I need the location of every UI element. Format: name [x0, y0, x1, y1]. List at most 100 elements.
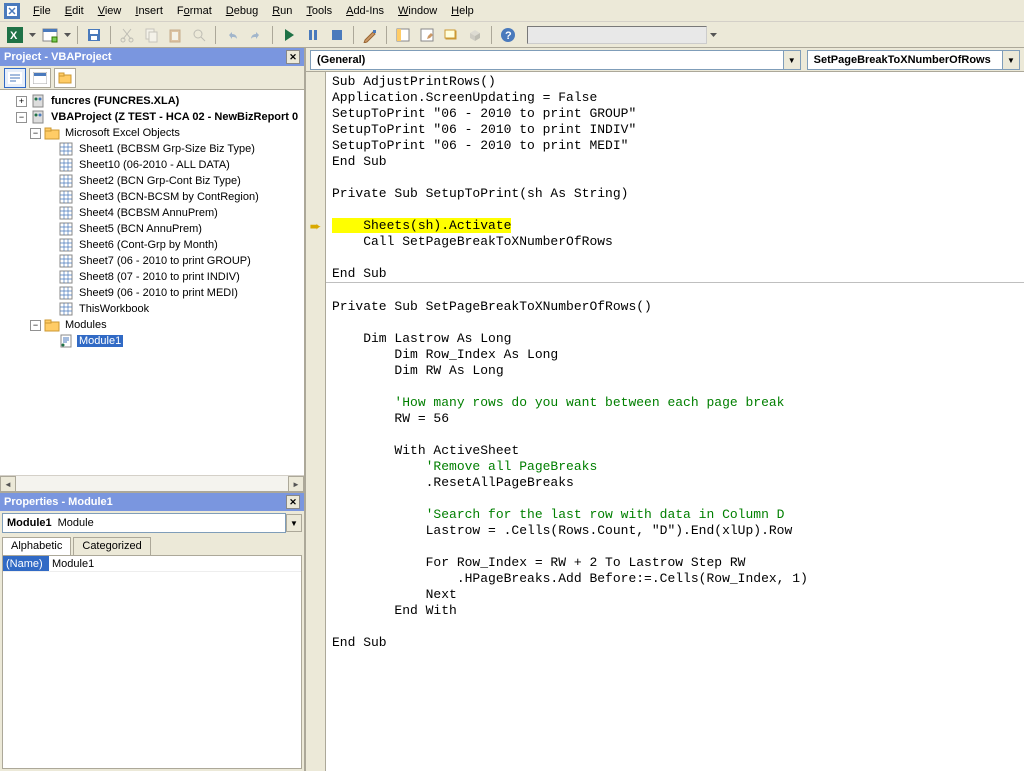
properties-panel-title: Properties - Module1	[4, 496, 113, 508]
help-icon[interactable]: ?	[497, 24, 519, 46]
menu-tools[interactable]: Tools	[299, 3, 339, 19]
reset-icon[interactable]	[326, 24, 348, 46]
property-row[interactable]: (Name) Module1	[3, 556, 301, 572]
menu-file[interactable]: File	[26, 3, 58, 19]
properties-window-icon[interactable]	[416, 24, 438, 46]
tab-alphabetic[interactable]: Alphabetic	[2, 537, 71, 555]
tree-scrollbar-h[interactable]: ◄ ►	[0, 475, 304, 491]
toolbox-icon[interactable]	[464, 24, 486, 46]
tree-node-sheet[interactable]: Sheet9 (06 - 2010 to print MEDI)	[2, 285, 302, 301]
folder-icon	[44, 317, 60, 333]
menu-window[interactable]: Window	[391, 3, 444, 19]
save-icon[interactable]	[83, 24, 105, 46]
menu-debug[interactable]: Debug	[219, 3, 265, 19]
tree-node-sheet[interactable]: Sheet6 (Cont-Grp by Month)	[2, 237, 302, 253]
svg-text:?: ?	[505, 30, 512, 42]
cut-icon[interactable]	[116, 24, 138, 46]
tree-label: Sheet8 (07 - 2010 to print INDIV)	[77, 271, 242, 283]
tree-label: Sheet9 (06 - 2010 to print MEDI)	[77, 287, 240, 299]
dropdown-icon[interactable]: ▼	[1003, 50, 1020, 70]
code-text[interactable]: Sub AdjustPrintRows() Application.Screen…	[326, 72, 1024, 771]
menu-format[interactable]: Format	[170, 3, 219, 19]
tree-label: Module1	[77, 335, 123, 347]
code-gutter: ➨	[306, 72, 326, 771]
toolbar: X ?	[0, 22, 1024, 48]
menu-addins[interactable]: Add-Ins	[339, 3, 391, 19]
worksheet-icon	[58, 189, 74, 205]
paste-icon[interactable]	[164, 24, 186, 46]
tree-label: Sheet4 (BCBSM AnnuPrem)	[77, 207, 220, 219]
excel-icon[interactable]: X	[4, 24, 26, 46]
tree-node-module1[interactable]: Module1	[2, 333, 302, 349]
tree-node-sheet[interactable]: Sheet8 (07 - 2010 to print INDIV)	[2, 269, 302, 285]
worksheet-icon	[58, 253, 74, 269]
worksheet-icon	[58, 157, 74, 173]
worksheet-icon	[58, 269, 74, 285]
run-icon[interactable]	[278, 24, 300, 46]
object-browser-icon[interactable]	[440, 24, 462, 46]
toolbar-spacer-dropdown[interactable]	[709, 33, 718, 37]
toggle-folders-icon[interactable]	[54, 68, 76, 88]
expander-icon[interactable]: +	[16, 96, 27, 107]
menu-edit[interactable]: Edit	[58, 3, 91, 19]
tree-label: Sheet1 (BCBSM Grp-Size Biz Type)	[77, 143, 257, 155]
menu-run[interactable]: Run	[265, 3, 299, 19]
tree-node-funcres[interactable]: + funcres (FUNCRES.XLA)	[2, 93, 302, 109]
worksheet-icon	[58, 221, 74, 237]
tree-node-excel-objects[interactable]: − Microsoft Excel Objects	[2, 125, 302, 141]
copy-icon[interactable]	[140, 24, 162, 46]
project-panel-title: Project - VBAProject	[4, 51, 112, 63]
redo-icon[interactable]	[245, 24, 267, 46]
project-panel-close-icon[interactable]: ✕	[286, 50, 300, 64]
tree-node-sheet[interactable]: Sheet4 (BCBSM AnnuPrem)	[2, 205, 302, 221]
tree-node-sheet[interactable]: ThisWorkbook	[2, 301, 302, 317]
expander-icon[interactable]: −	[30, 128, 41, 139]
tree-node-vbaproject[interactable]: − VBAProject (Z TEST - HCA 02 - NewBizRe…	[2, 109, 302, 125]
menu-insert[interactable]: Insert	[128, 3, 170, 19]
property-value[interactable]: Module1	[49, 556, 301, 571]
properties-grid[interactable]: (Name) Module1	[2, 555, 302, 769]
code-editor[interactable]: ➨ Sub AdjustPrintRows() Application.Scre…	[306, 72, 1024, 771]
menu-view[interactable]: View	[91, 3, 129, 19]
insert-dropdown[interactable]	[63, 33, 72, 37]
app-icon	[4, 3, 20, 19]
project-toolbar	[0, 66, 304, 90]
scroll-right-icon[interactable]: ►	[288, 476, 304, 492]
project-explorer-icon[interactable]	[392, 24, 414, 46]
expander-icon[interactable]: −	[16, 112, 27, 123]
properties-panel-close-icon[interactable]: ✕	[286, 495, 300, 509]
find-icon[interactable]	[188, 24, 210, 46]
dropdown-icon[interactable]: ▼	[286, 514, 302, 532]
tree-node-sheet[interactable]: Sheet2 (BCN Grp-Cont Biz Type)	[2, 173, 302, 189]
menubar: File Edit View Insert Format Debug Run T…	[0, 0, 1024, 22]
tree-node-sheet[interactable]: Sheet1 (BCBSM Grp-Size Biz Type)	[2, 141, 302, 157]
tree-label: Modules	[63, 319, 109, 331]
excel-dropdown[interactable]	[28, 33, 37, 37]
view-code-icon[interactable]	[4, 68, 26, 88]
undo-icon[interactable]	[221, 24, 243, 46]
scroll-left-icon[interactable]: ◄	[0, 476, 16, 492]
tree-node-sheet[interactable]: Sheet3 (BCN-BCSM by ContRegion)	[2, 189, 302, 205]
dropdown-icon[interactable]: ▼	[784, 50, 801, 70]
tree-label: Sheet3 (BCN-BCSM by ContRegion)	[77, 191, 261, 203]
properties-object-combo[interactable]: Module1Module ▼	[2, 513, 302, 533]
tree-label: VBAProject (Z TEST - HCA 02 - NewBizRepo…	[49, 111, 300, 123]
combo-bold: Module1	[7, 517, 52, 529]
project-tree[interactable]: + funcres (FUNCRES.XLA) − VBAProject (Z …	[0, 90, 304, 475]
insert-userform-icon[interactable]	[39, 24, 61, 46]
design-mode-icon[interactable]	[359, 24, 381, 46]
view-object-icon[interactable]	[29, 68, 51, 88]
expander-icon[interactable]: −	[30, 320, 41, 331]
tree-node-sheet[interactable]: Sheet5 (BCN AnnuPrem)	[2, 221, 302, 237]
menu-help[interactable]: Help	[444, 3, 481, 19]
break-icon[interactable]	[302, 24, 324, 46]
tree-node-modules[interactable]: − Modules	[2, 317, 302, 333]
procedure-combo[interactable]: SetPageBreakToXNumberOfRows ▼	[807, 50, 1020, 70]
object-combo[interactable]: (General) ▼	[310, 50, 801, 70]
tree-node-sheet[interactable]: Sheet7 (06 - 2010 to print GROUP)	[2, 253, 302, 269]
tab-categorized[interactable]: Categorized	[73, 537, 150, 555]
project-icon	[30, 93, 46, 109]
tree-node-sheet[interactable]: Sheet10 (06-2010 - ALL DATA)	[2, 157, 302, 173]
project-panel-header: Project - VBAProject ✕	[0, 48, 304, 66]
worksheet-icon	[58, 205, 74, 221]
